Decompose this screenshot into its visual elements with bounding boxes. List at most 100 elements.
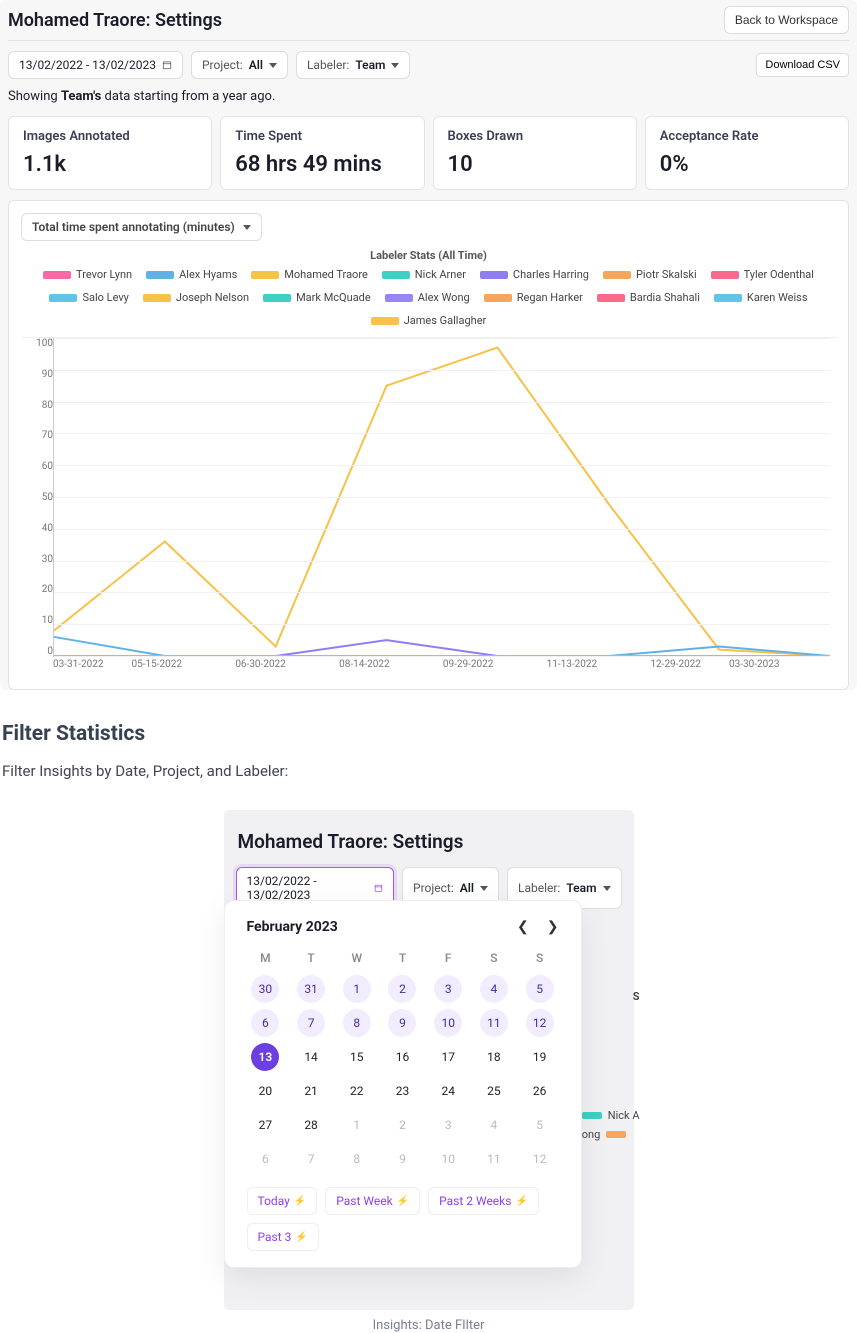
project-filter[interactable]: Project: All (191, 51, 288, 79)
legend-swatch (714, 294, 742, 302)
stat-value: 10 (448, 152, 622, 177)
legend-label: Nick Arner (415, 268, 466, 281)
project-label: Project: (202, 58, 243, 72)
legend-swatch (603, 271, 631, 279)
calendar-day[interactable]: 8 (343, 1145, 371, 1173)
calendar-day[interactable]: 4 (480, 975, 508, 1003)
calendar-day[interactable]: 28 (297, 1111, 325, 1139)
calendar-day[interactable]: 18 (480, 1043, 508, 1071)
calendar-next-month[interactable]: ❯ (547, 919, 559, 935)
calendar-day[interactable]: 8 (343, 1009, 371, 1037)
calendar-day[interactable]: 10 (434, 1145, 462, 1173)
legend-item[interactable]: Piotr Skalski (603, 268, 697, 281)
stat-label: Time Spent (235, 129, 409, 144)
calendar-dow: S (475, 947, 513, 969)
calendar-day[interactable]: 11 (480, 1009, 508, 1037)
legend-item[interactable]: Trevor Lynn (43, 268, 132, 281)
legend-item[interactable]: James Gallagher (371, 314, 487, 327)
labeler-label: Labeler: (307, 58, 349, 72)
calendar-day[interactable]: 7 (297, 1009, 325, 1037)
calendar-day[interactable]: 3 (434, 1111, 462, 1139)
calendar-day[interactable]: 9 (388, 1009, 416, 1037)
calendar-day[interactable]: 5 (526, 1111, 554, 1139)
legend-item[interactable]: Charles Harring (480, 268, 589, 281)
section-desc: Filter Insights by Date, Project, and La… (2, 762, 855, 780)
download-csv-button[interactable]: Download CSV (756, 53, 849, 77)
calendar-day[interactable]: 13 (251, 1043, 279, 1071)
calendar-dow: S (521, 947, 559, 969)
insights-panel: Mohamed Traore: Settings Back to Workspa… (0, 0, 857, 690)
legend-item[interactable]: Mark McQuade (263, 291, 371, 304)
calendar-day[interactable]: 3 (434, 975, 462, 1003)
calendar-day[interactable]: 6 (251, 1145, 279, 1173)
calendar-day[interactable]: 11 (480, 1145, 508, 1173)
calendar-dow: W (338, 947, 376, 969)
calendar-day[interactable]: 24 (434, 1077, 462, 1105)
calendar-quick-row: Today ⚡Past Week ⚡ Past 2 Weeks ⚡ Past 3 ⚡ (247, 1187, 559, 1251)
legend-item[interactable]: Nick Arner (382, 268, 466, 281)
legend-swatch (143, 294, 171, 302)
calendar-day[interactable]: 1 (343, 1111, 371, 1139)
chart-metric-dropdown[interactable]: Total time spent annotating (minutes) (21, 213, 262, 241)
calendar-quick-past-week[interactable]: Past Week ⚡ (325, 1187, 420, 1215)
calendar-day[interactable]: 4 (480, 1111, 508, 1139)
calendar-quick-today[interactable]: Today ⚡ (247, 1187, 318, 1215)
legend-swatch (382, 271, 410, 279)
calendar-day[interactable]: 9 (388, 1145, 416, 1173)
calendar-day[interactable]: 2 (388, 975, 416, 1003)
calendar-day[interactable]: 20 (251, 1077, 279, 1105)
legend-item[interactable]: Alex Hyams (146, 268, 237, 281)
calendar-quick-past-3[interactable]: Past 3 ⚡ (247, 1223, 319, 1251)
labeler-filter[interactable]: Labeler: Team (296, 51, 411, 79)
calendar-prev-month[interactable]: ❮ (517, 919, 529, 935)
calendar-day[interactable]: 21 (297, 1077, 325, 1105)
calendar-day[interactable]: 23 (388, 1077, 416, 1105)
calendar-day[interactable]: 5 (526, 975, 554, 1003)
calendar-day[interactable]: 27 (251, 1111, 279, 1139)
legend-item[interactable]: Regan Harker (484, 291, 583, 304)
calendar-day[interactable]: 17 (434, 1043, 462, 1071)
legend-item[interactable]: Karen Weiss (714, 291, 808, 304)
calendar-day[interactable]: 2 (388, 1111, 416, 1139)
calendar-day[interactable]: 7 (297, 1145, 325, 1173)
legend-item[interactable]: Mohamed Traore (251, 268, 368, 281)
calendar-quick-past-2-weeks[interactable]: Past 2 Weeks ⚡ (428, 1187, 539, 1215)
y-tick: 90 (21, 369, 53, 380)
calendar-day[interactable]: 25 (480, 1077, 508, 1105)
calendar-day[interactable]: 6 (251, 1009, 279, 1037)
legend-swatch (146, 271, 174, 279)
calendar-icon (162, 60, 172, 70)
legend-item[interactable]: Tyler Odenthal (711, 268, 814, 281)
legend-item[interactable]: Alex Wong (385, 291, 470, 304)
chevron-down-icon (603, 886, 611, 891)
back-to-workspace-button[interactable]: Back to Workspace (724, 6, 849, 34)
calendar-day[interactable]: 16 (388, 1043, 416, 1071)
calendar-day[interactable]: 22 (343, 1077, 371, 1105)
bolt-icon: ⚡ (397, 1196, 409, 1207)
filters-row: 13/02/2022 - 13/02/2023 Project: All Lab… (0, 51, 857, 89)
stat-value: 68 hrs 49 mins (235, 152, 409, 177)
calendar-dow: T (292, 947, 330, 969)
calendar-day[interactable]: 1 (343, 975, 371, 1003)
chart-title: Labeler Stats (All Time) (21, 249, 836, 262)
x-tick: 08-14-2022 (339, 659, 390, 677)
calendar-day[interactable]: 15 (343, 1043, 371, 1071)
legend-item[interactable]: Salo Levy (49, 291, 128, 304)
calendar-day[interactable]: 10 (434, 1009, 462, 1037)
calendar-day[interactable]: 19 (526, 1043, 554, 1071)
legend-item[interactable]: Joseph Nelson (143, 291, 249, 304)
legend-item[interactable]: Bardia Shahali (597, 291, 700, 304)
calendar-day[interactable]: 14 (297, 1043, 325, 1071)
calendar-day[interactable]: 12 (526, 1145, 554, 1173)
y-tick: 70 (21, 430, 53, 441)
calendar-month-label: February 2023 (247, 919, 338, 935)
calendar-day[interactable]: 31 (297, 975, 325, 1003)
legend-label: Joseph Nelson (176, 291, 249, 304)
calendar-day[interactable]: 30 (251, 975, 279, 1003)
calendar-day[interactable]: 26 (526, 1077, 554, 1105)
stat-card: Acceptance Rate 0% (645, 116, 849, 190)
calendar-day[interactable]: 12 (526, 1009, 554, 1037)
calendar-dow: F (429, 947, 467, 969)
date-range-picker[interactable]: 13/02/2022 - 13/02/2023 (8, 51, 183, 79)
y-tick: 100 (21, 338, 53, 349)
